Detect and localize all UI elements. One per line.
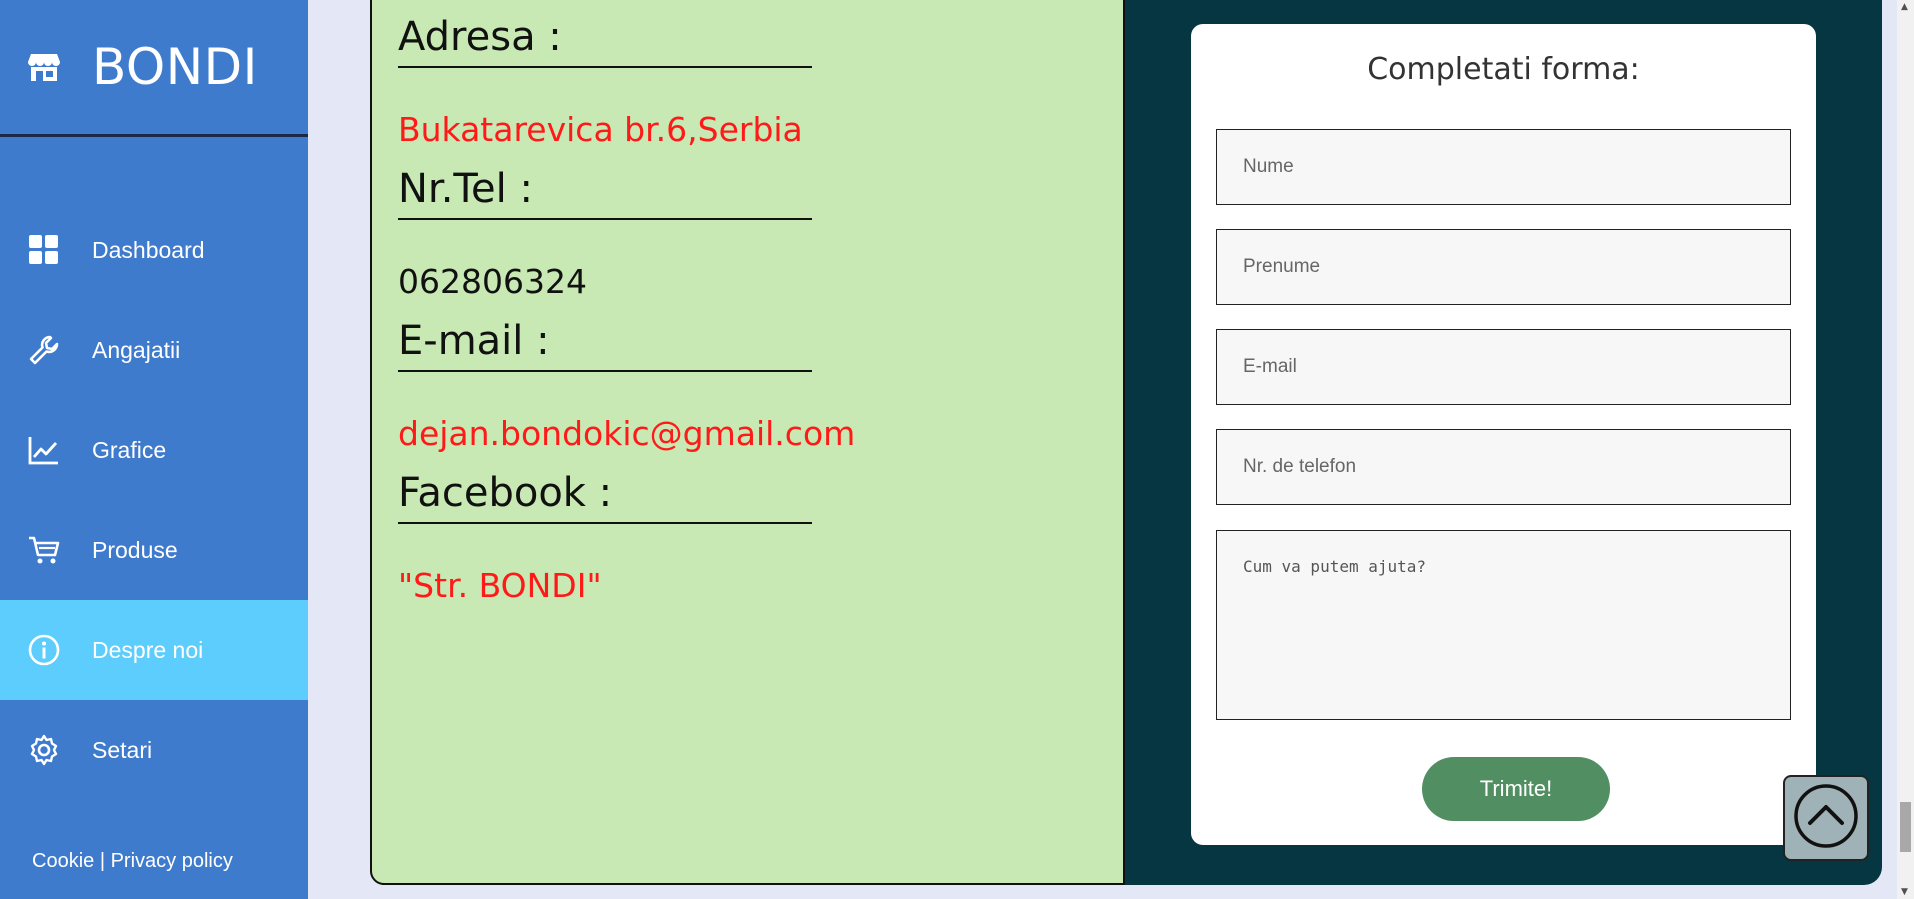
chevron-up-icon — [1793, 783, 1859, 853]
dashboard-icon — [28, 234, 60, 266]
email-label: E-mail : — [398, 318, 812, 372]
sidebar-item-dashboard[interactable]: Dashboard — [0, 200, 308, 300]
contact-info-panel: Adresa : Bukatarevica br.6,Serbia Nr.Tel… — [370, 0, 1125, 885]
form-title: Completati forma: — [1367, 52, 1640, 87]
phone-label: Nr.Tel : — [398, 166, 812, 220]
gear-icon — [28, 734, 60, 766]
sidebar-item-setari[interactable]: Setari — [0, 700, 308, 800]
cookie-link[interactable]: Cookie — [32, 850, 94, 872]
sidebar-item-label: Grafice — [92, 436, 167, 463]
sidebar-item-label: Produse — [92, 536, 178, 563]
sidebar-item-label: Despre noi — [92, 636, 204, 663]
main-content: Adresa : Bukatarevica br.6,Serbia Nr.Tel… — [370, 0, 1882, 885]
chart-line-icon — [28, 434, 60, 466]
sidebar-item-label: Dashboard — [92, 236, 205, 263]
cart-icon — [28, 534, 60, 566]
footer-separator: | — [99, 850, 106, 872]
submit-button[interactable]: Trimite! — [1422, 757, 1610, 821]
page-scrollbar[interactable]: ▲ ▼ — [1897, 0, 1914, 899]
sidebar-nav: Dashboard Angajatii Grafice Produse Desp… — [0, 200, 308, 800]
address-value: Bukatarevica br.6,Serbia — [398, 110, 803, 149]
sidebar-item-angajatii[interactable]: Angajatii — [0, 300, 308, 400]
facebook-label: Facebook : — [398, 470, 812, 524]
footer-links: Cookie | Privacy policy — [32, 850, 233, 873]
sidebar-item-grafice[interactable]: Grafice — [0, 400, 308, 500]
message-textarea[interactable] — [1216, 530, 1791, 720]
brand[interactable]: BONDI — [0, 0, 308, 137]
sidebar-item-despre-noi[interactable]: Despre noi — [0, 600, 308, 700]
brand-name: BONDI — [92, 38, 258, 96]
sidebar-item-label: Angajatii — [92, 336, 181, 363]
scroll-to-top-button[interactable] — [1783, 775, 1869, 861]
wrench-icon — [28, 334, 60, 366]
scrollbar-thumb[interactable] — [1900, 802, 1911, 852]
scroll-up-arrow-icon[interactable]: ▲ — [1901, 2, 1908, 12]
name-input[interactable] — [1216, 129, 1791, 205]
sidebar: BONDI Dashboard Angajatii Grafice Produs… — [0, 0, 308, 899]
email-input[interactable] — [1216, 329, 1791, 405]
privacy-policy-link[interactable]: Privacy policy — [111, 850, 233, 872]
contact-form: Completati forma: Trimite! — [1191, 24, 1816, 845]
phone-input[interactable] — [1216, 429, 1791, 505]
facebook-value: "Str. BONDI" — [398, 566, 602, 605]
scroll-down-arrow-icon[interactable]: ▼ — [1901, 887, 1908, 897]
phone-value: 062806324 — [398, 262, 587, 301]
sidebar-item-label: Setari — [92, 736, 153, 763]
address-label: Adresa : — [398, 14, 812, 68]
surname-input[interactable] — [1216, 229, 1791, 305]
email-value: dejan.bondokic@gmail.com — [398, 414, 856, 453]
sidebar-item-produse[interactable]: Produse — [0, 500, 308, 600]
info-icon — [28, 634, 60, 666]
store-icon — [28, 51, 60, 83]
